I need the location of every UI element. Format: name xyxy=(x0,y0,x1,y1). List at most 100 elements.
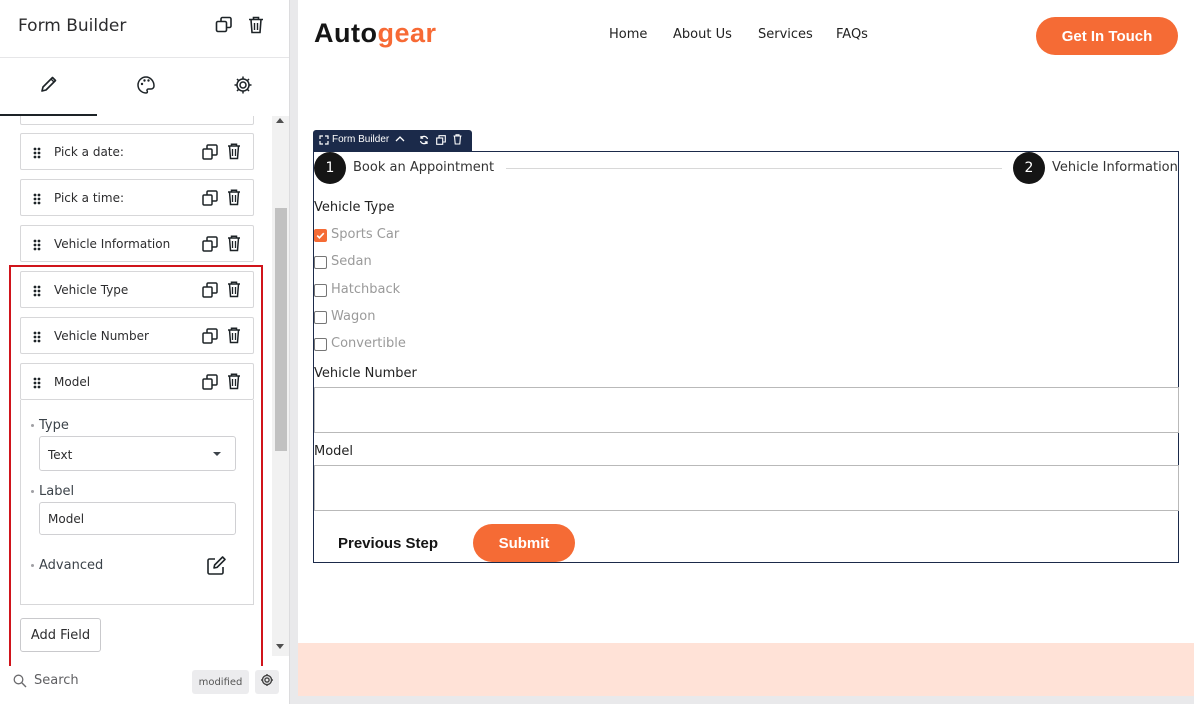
tab-advanced[interactable] xyxy=(194,58,289,116)
panel-header: Form Builder xyxy=(0,0,289,58)
checkbox-label: Wagon xyxy=(331,309,376,324)
nav-home[interactable]: Home xyxy=(609,27,647,42)
duplicate-icon[interactable] xyxy=(436,135,446,148)
checkbox-label: Sports Car xyxy=(331,227,400,242)
duplicate-icon[interactable] xyxy=(202,282,218,298)
step-1-number[interactable]: 1 xyxy=(314,152,346,184)
checkbox-hatchback[interactable] xyxy=(314,284,327,297)
duplicate-icon[interactable] xyxy=(202,328,218,344)
duplicate-icon[interactable] xyxy=(202,144,218,160)
get-in-touch-button[interactable]: Get In Touch xyxy=(1036,17,1178,55)
panel-footer: Search modified xyxy=(0,666,289,704)
field-label: Vehicle Number xyxy=(54,329,149,343)
trash-icon[interactable] xyxy=(453,134,462,148)
drag-handle-icon[interactable] xyxy=(33,330,41,343)
model-field-settings: Type Text Label Advanced xyxy=(20,400,254,605)
widget-toolbar[interactable]: Form Builder xyxy=(313,130,472,151)
step-2-label: Vehicle Information xyxy=(1052,160,1178,175)
duplicate-icon[interactable] xyxy=(202,190,218,206)
checkbox-label: Sedan xyxy=(331,254,372,269)
scroll-down-icon[interactable] xyxy=(276,644,284,649)
trash-icon[interactable] xyxy=(227,235,241,252)
field-label: Model xyxy=(54,375,91,389)
bullet-icon xyxy=(31,490,34,493)
field-label: Pick a time: xyxy=(54,191,124,205)
expand-icon[interactable] xyxy=(319,135,329,148)
drag-handle-icon[interactable] xyxy=(33,238,41,251)
bullet-icon xyxy=(31,424,34,427)
field-row[interactable] xyxy=(20,116,254,125)
duplicate-icon[interactable] xyxy=(215,16,233,36)
palette-icon xyxy=(136,75,156,100)
advanced-label: Advanced xyxy=(39,558,104,573)
nav-about-us[interactable]: About Us xyxy=(673,27,732,42)
label-label: Label xyxy=(39,484,75,499)
trash-icon[interactable] xyxy=(248,16,266,36)
trash-icon[interactable] xyxy=(227,189,241,206)
label-input[interactable] xyxy=(39,502,236,535)
drag-handle-icon[interactable] xyxy=(33,284,41,297)
tab-content[interactable] xyxy=(0,58,97,116)
edit-icon[interactable] xyxy=(206,556,226,581)
window-edge xyxy=(298,696,1194,704)
logo-text-part1: Auto xyxy=(314,18,378,48)
checkbox-label: Hatchback xyxy=(331,282,401,297)
field-row-vehicle-type[interactable]: Vehicle Type xyxy=(20,271,254,308)
type-label: Type xyxy=(39,418,69,433)
panel-tabs xyxy=(0,58,289,116)
search-icon[interactable] xyxy=(13,674,27,693)
vehicle-number-label: Vehicle Number xyxy=(314,366,417,381)
checkbox-convertible[interactable] xyxy=(314,338,327,351)
model-label: Model xyxy=(314,444,354,459)
checkbox-sports-car[interactable] xyxy=(314,229,327,242)
form-builder-panel: Form Builder Pick a date: Pick a time: V… xyxy=(0,0,290,704)
vehicle-number-input[interactable] xyxy=(314,387,1179,433)
drag-handle-icon[interactable] xyxy=(33,376,41,389)
trash-icon[interactable] xyxy=(227,143,241,160)
site-logo[interactable]: Autogear xyxy=(314,18,437,49)
pencil-icon xyxy=(39,74,59,99)
type-select-value: Text xyxy=(48,448,73,462)
field-row-pick-date[interactable]: Pick a date: xyxy=(20,133,254,170)
scrollbar-thumb[interactable] xyxy=(275,208,287,451)
field-row-vehicle-information[interactable]: Vehicle Information xyxy=(20,225,254,262)
nav-faqs[interactable]: FAQs xyxy=(836,27,868,42)
nav-services[interactable]: Services xyxy=(758,27,813,42)
checkbox-wagon[interactable] xyxy=(314,311,327,324)
model-input[interactable] xyxy=(314,465,1179,511)
widget-tab-label: Form Builder xyxy=(332,134,390,145)
field-label: Vehicle Type xyxy=(54,283,129,297)
previous-step-button[interactable]: Previous Step xyxy=(338,535,438,552)
checkbox-label: Convertible xyxy=(331,336,406,351)
field-row-vehicle-number[interactable]: Vehicle Number xyxy=(20,317,254,354)
duplicate-icon[interactable] xyxy=(202,236,218,252)
modified-badge: modified xyxy=(192,670,249,694)
drag-handle-icon[interactable] xyxy=(33,192,41,205)
type-select[interactable]: Text xyxy=(39,436,236,471)
trash-icon[interactable] xyxy=(227,327,241,344)
search-label[interactable]: Search xyxy=(34,673,79,688)
step-divider xyxy=(506,168,1002,169)
panel-title: Form Builder xyxy=(18,16,127,36)
step-1-label: Book an Appointment xyxy=(353,160,495,175)
gear-icon xyxy=(260,673,274,692)
bullet-icon xyxy=(31,564,34,567)
trash-icon[interactable] xyxy=(227,373,241,390)
logo-text-part2: gear xyxy=(377,18,437,48)
settings-button[interactable] xyxy=(255,670,279,694)
refresh-icon[interactable] xyxy=(419,135,429,148)
submit-button[interactable]: Submit xyxy=(473,524,575,562)
scroll-up-icon[interactable] xyxy=(276,118,284,123)
step-2-number[interactable]: 2 xyxy=(1013,152,1045,184)
duplicate-icon[interactable] xyxy=(202,374,218,390)
field-label: Vehicle Information xyxy=(54,237,171,251)
field-row-model[interactable]: Model xyxy=(20,363,254,400)
field-row-pick-time[interactable]: Pick a time: xyxy=(20,179,254,216)
trash-icon[interactable] xyxy=(227,281,241,298)
tab-style[interactable] xyxy=(97,58,194,116)
add-field-button[interactable]: Add Field xyxy=(20,618,101,652)
checkbox-sedan[interactable] xyxy=(314,256,327,269)
drag-handle-icon[interactable] xyxy=(33,146,41,159)
gear-icon xyxy=(233,75,253,100)
chevron-up-icon[interactable] xyxy=(395,135,405,146)
